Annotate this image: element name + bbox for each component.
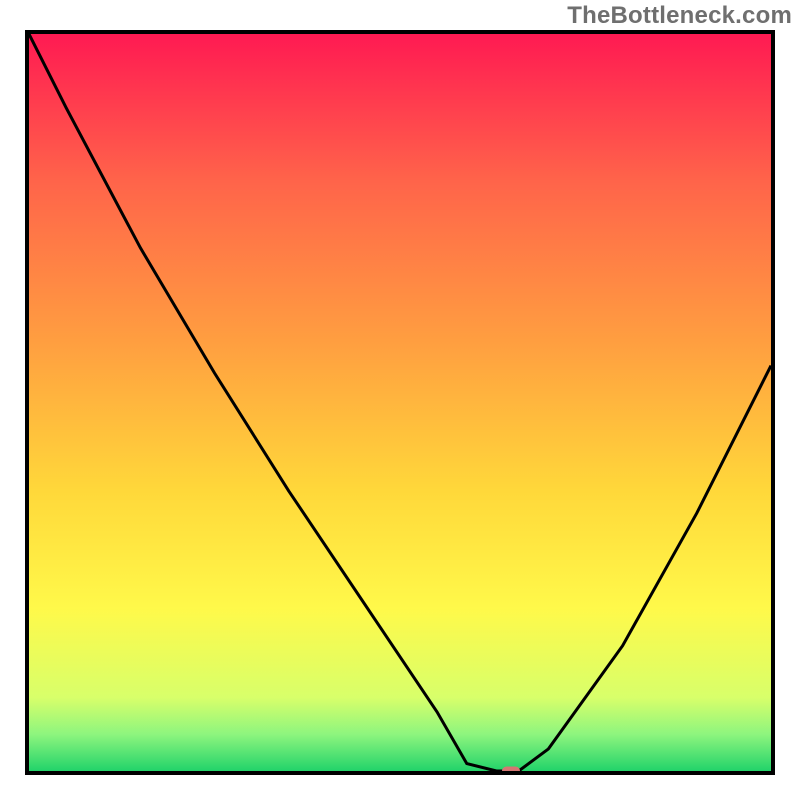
bottleneck-chart: TheBottleneck.com bbox=[0, 0, 800, 800]
plot-area bbox=[25, 30, 775, 775]
optimal-marker bbox=[502, 767, 520, 776]
bottleneck-curve-path bbox=[29, 34, 771, 771]
watermark-text: TheBottleneck.com bbox=[567, 2, 792, 30]
curve-layer bbox=[29, 34, 771, 771]
